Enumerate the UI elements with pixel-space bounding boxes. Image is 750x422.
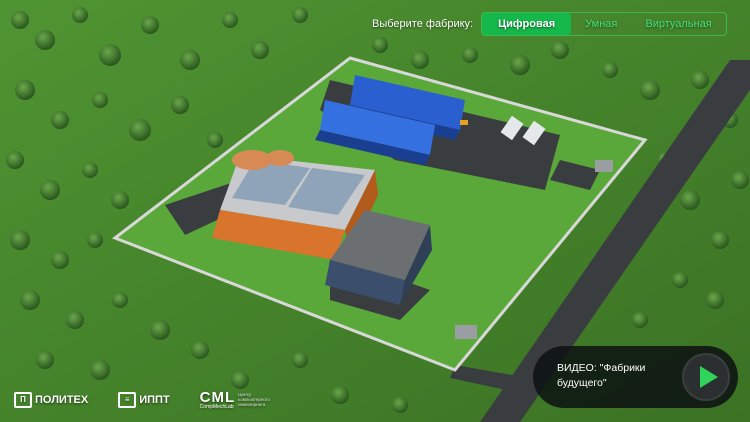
play-icon (700, 366, 718, 388)
logo-ippt: ≡ ИППТ (118, 391, 170, 408)
factory-selector: Выберите фабрику: Цифровая Умная Виртуал… (372, 12, 727, 36)
play-button[interactable] (682, 353, 730, 401)
factory-selector-label: Выберите фабрику: (372, 18, 474, 30)
ippt-logo-text: ИППТ (139, 393, 170, 406)
tab-digital[interactable]: Цифровая (482, 13, 572, 35)
tab-smart[interactable]: Умная (571, 13, 631, 35)
logo-polytech: П ПОЛИТЕХ (14, 391, 89, 408)
video-card[interactable]: ВИДЕО: "Фабрики будущего" (533, 346, 738, 408)
polytech-mark-icon: П (14, 391, 32, 408)
partner-logos: П ПОЛИТЕХ ≡ ИППТ CML CompMechLab Центр к… (14, 389, 278, 410)
factory-tabs: Цифровая Умная Виртуальная (481, 12, 727, 36)
logo-cml: CML CompMechLab Центр компьютерного инжи… (200, 389, 279, 410)
video-label: ВИДЕО: "Фабрики будущего" (557, 362, 646, 389)
cml-logo-side-text: Центр компьютерного инжиниринга (238, 392, 270, 407)
ippt-mark-icon: ≡ (118, 391, 137, 408)
cml-logo-subtitle: CompMechLab (199, 404, 234, 410)
polytech-logo-text: ПОЛИТЕХ (35, 393, 89, 406)
tab-virtual[interactable]: Виртуальная (631, 13, 725, 35)
